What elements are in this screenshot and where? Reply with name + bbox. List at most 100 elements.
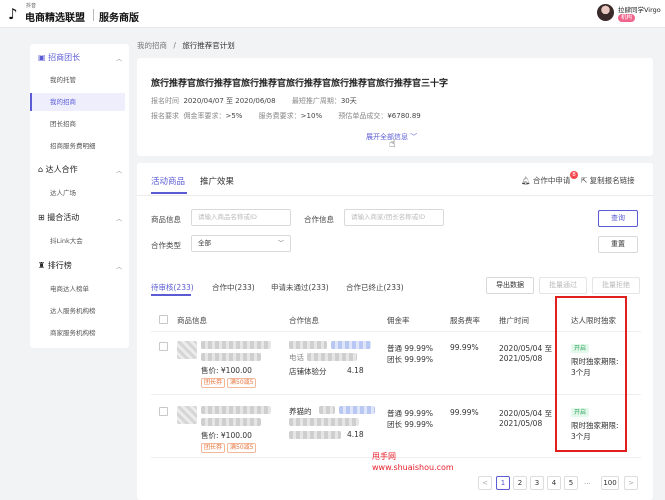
partner-name: 养猫的	[289, 407, 312, 416]
bell-icon: 🔔︎	[521, 176, 533, 185]
partner-phone-blurred	[289, 418, 359, 426]
commission-leader: 团长 99.99%	[387, 420, 433, 429]
top-bar: ♪ 抖音 电商精选联盟 服务商版 拉肆同学Virgo 机构	[0, 0, 665, 28]
breadcrumb-current: 旅行推荐官计划	[182, 41, 235, 50]
sidebar-item-my-zhaoshang[interactable]: 我的招商	[30, 93, 125, 111]
batch-reject-button[interactable]: 批量拒绝	[592, 277, 640, 294]
column-commission: 佣金率	[387, 316, 410, 325]
search-button[interactable]: 查询	[598, 210, 638, 227]
product-id-blurred	[201, 418, 261, 426]
sidebar-group-zhaoshang[interactable]: ▣ 招商团长	[38, 52, 80, 63]
column-partner-info: 合作信息	[289, 316, 319, 325]
sidebar-item-talent-ranking[interactable]: 电商达人榜单	[30, 280, 125, 298]
chevron-up-icon[interactable]: ︿	[116, 54, 122, 63]
sidebar-item-leader-zhaoshang[interactable]: 团长招商	[30, 115, 125, 133]
trophy-icon: ♜	[38, 261, 48, 270]
sidebar-item-talent-agency-ranking[interactable]: 达人服务机构榜	[30, 302, 125, 320]
commission-normal: 普通 99.99%	[387, 344, 433, 353]
page-button-3[interactable]: 3	[530, 476, 544, 490]
commission-leader: 团长 99.99%	[387, 355, 433, 364]
partner-link-blurred[interactable]	[339, 406, 375, 414]
user-role-badge: 机构	[618, 14, 636, 22]
shop-score: 4.18	[347, 430, 364, 439]
logo-subtitle: 服务商版	[99, 13, 139, 24]
chevron-up-icon[interactable]: ︿	[116, 214, 122, 223]
plan-info-card: 旅行推荐官旅行推荐官旅行推荐官旅行推荐官旅行推荐官旅行推荐官三十字 报名时间 2…	[137, 58, 653, 156]
page-button-2[interactable]: 2	[513, 476, 527, 490]
product-thumbnail	[177, 341, 197, 359]
user-name[interactable]: 拉肆同学Virgo	[618, 4, 661, 14]
logo-text[interactable]: 电商精选联盟	[25, 9, 85, 24]
prev-page-button[interactable]: <	[478, 476, 492, 490]
shop-score: 4.18	[347, 366, 364, 375]
sidebar-item-merchant-agency-ranking[interactable]: 商家服务机构榜	[30, 324, 125, 342]
promo-time-end: 2021/05/08	[499, 419, 543, 428]
page-button-4[interactable]: 4	[547, 476, 561, 490]
chevron-up-icon[interactable]: ︿	[116, 166, 122, 175]
row-checkbox[interactable]	[159, 407, 168, 416]
tab-activity-products[interactable]: 活动商品	[151, 175, 185, 187]
coop-type-label: 合作类型	[151, 241, 181, 250]
partner-link-blurred[interactable]	[331, 341, 371, 349]
chevron-up-icon[interactable]: ︿	[116, 262, 122, 271]
breadcrumb: 我的招商 / 旅行推荐官计划	[137, 41, 235, 50]
service-fee-rate: 99.99%	[450, 408, 479, 417]
promo-time-start: 2020/05/04 至	[499, 344, 553, 353]
promo-time-end: 2021/05/08	[499, 354, 543, 363]
tab-pending-review[interactable]: 待审核(233)	[151, 282, 194, 293]
sidebar-item-my-hosting[interactable]: 我的托管	[30, 71, 125, 89]
promo-time-start: 2020/05/04 至	[499, 409, 553, 418]
applying-count-badge: 8	[570, 171, 578, 179]
sidebar-group-matchmaking[interactable]: ⊞ 撮合活动	[38, 212, 79, 223]
plan-time-row: 报名时间 2020/04/07 至 2020/06/08 最短推广周期：30天	[151, 97, 357, 105]
sidebar-item-talent-plaza[interactable]: 达人广场	[30, 184, 125, 202]
next-page-button[interactable]: >	[624, 476, 638, 490]
partner-phone-label: 电话	[289, 353, 304, 362]
mouse-pointer-icon: ☝	[389, 137, 396, 150]
copy-signup-link[interactable]: ⇱ 复制报名链接	[581, 175, 635, 186]
chevron-down-icon: ﹀	[410, 133, 418, 141]
product-info-label: 商品信息	[151, 215, 181, 224]
row-checkbox[interactable]	[159, 342, 168, 351]
sidebar-item-dou-link[interactable]: 抖Link大会	[30, 232, 125, 250]
tab-rejected[interactable]: 申请未通过(233)	[271, 282, 329, 293]
watermark-line1: 甩手网	[372, 452, 396, 461]
partner-info-input[interactable]: 请输入商家/团长名称或ID	[344, 209, 444, 226]
avatar[interactable]	[597, 4, 614, 21]
tab-divider	[137, 195, 653, 196]
page-title: 旅行推荐官旅行推荐官旅行推荐官旅行推荐官旅行推荐官旅行推荐官三十字	[151, 79, 449, 89]
partner-info-label: 合作信息	[304, 215, 334, 224]
page-button-5[interactable]: 5	[564, 476, 578, 490]
tab-cooperating[interactable]: 合作中(233)	[212, 282, 255, 293]
highlight-box	[555, 296, 627, 452]
coupon-tag: 团长券	[201, 378, 226, 388]
tab-promotion-effect[interactable]: 推广效果	[200, 175, 234, 187]
sidebar-group-ranking[interactable]: ♜ 排行榜	[38, 260, 72, 271]
discount-tag: 满50减5	[227, 443, 257, 453]
home-icon: ⌂	[38, 165, 46, 174]
batch-pass-button[interactable]: 批量通过	[539, 277, 587, 294]
product-info-input[interactable]: 请输入商品名称或ID	[191, 209, 291, 226]
breadcrumb-root[interactable]: 我的招商	[137, 41, 167, 50]
share-icon: ⇱	[581, 176, 590, 185]
grid-icon: ▣	[38, 53, 49, 62]
partner-phone-blurred	[307, 353, 357, 361]
column-product-info: 商品信息	[177, 316, 207, 325]
column-service-fee: 服务费率	[450, 316, 480, 325]
page-button-1[interactable]: 1	[496, 476, 510, 490]
select-all-checkbox[interactable]	[159, 315, 168, 324]
coop-type-select[interactable]: 全部 ﹀	[191, 235, 291, 252]
page-button-last[interactable]: 100	[601, 476, 619, 490]
export-button[interactable]: 导出数据	[486, 277, 534, 294]
chevron-down-icon: ﹀	[277, 240, 284, 247]
tab-underline	[151, 192, 187, 194]
product-price: 售价: ¥100.00	[201, 366, 252, 375]
sidebar-item-fee-details[interactable]: 招商服务费明细	[30, 137, 125, 155]
product-price: 售价: ¥100.00	[201, 431, 252, 440]
applying-link[interactable]: 🔔︎ 合作中申请	[521, 175, 570, 186]
tab-terminated[interactable]: 合作已终止(233)	[346, 282, 404, 293]
column-promo-time: 推广时间	[499, 316, 529, 325]
partner-name-blurred	[289, 341, 327, 349]
sidebar-group-talent[interactable]: ⌂ 达人合作	[38, 164, 78, 175]
reset-button[interactable]: 重置	[598, 236, 638, 253]
